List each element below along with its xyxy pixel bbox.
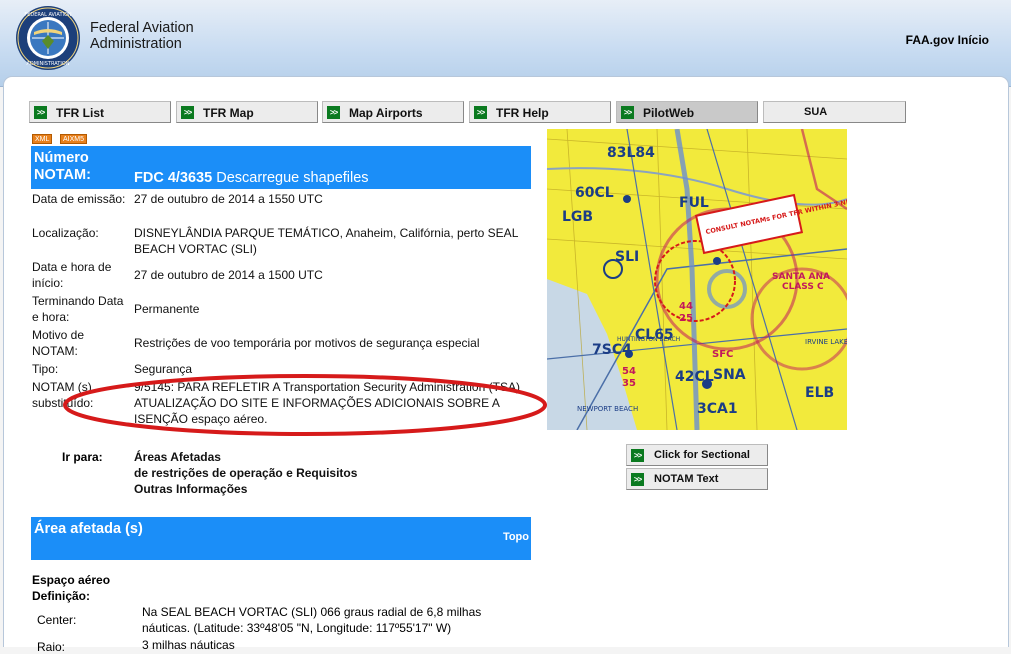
map-label: 60CL bbox=[575, 185, 614, 201]
affected-area-title: Área afetada (s) bbox=[34, 521, 143, 537]
affected-area-header: Área afetada (s) Topo bbox=[31, 517, 531, 560]
goto-label: Ir para: bbox=[62, 450, 103, 464]
notam-header: Número NOTAM: FDC 4/3635 Descarregue sha… bbox=[31, 146, 531, 189]
button-label: NOTAM Text bbox=[654, 473, 719, 485]
detail-label-reason: Motivo de NOTAM: bbox=[32, 328, 85, 358]
highlight-ellipse bbox=[63, 374, 547, 436]
map-label: 54 bbox=[622, 366, 636, 377]
tab-arrow-icon: >> bbox=[34, 106, 47, 119]
svg-text:FEDERAL AVIATION: FEDERAL AVIATION bbox=[24, 12, 72, 18]
tab-label: Map Airports bbox=[349, 106, 423, 120]
radius-value: 3 milhas náuticas bbox=[142, 638, 235, 652]
detail-label-end: Terminando Data e hora: bbox=[32, 294, 124, 324]
detail-value-reason: Restrições de voo temporária por motivos… bbox=[134, 336, 480, 350]
map-label: FUL bbox=[679, 195, 709, 211]
map-label: 83L84 bbox=[607, 145, 655, 161]
map-label: 44 bbox=[679, 301, 693, 312]
map-label: 25 bbox=[679, 313, 693, 324]
tab-tfr-help[interactable]: >> TFR Help bbox=[469, 101, 611, 123]
map-label: SFC bbox=[712, 349, 733, 360]
tab-label: SUA bbox=[804, 106, 828, 118]
tab-label: TFR List bbox=[56, 106, 104, 120]
button-arrow-icon: >> bbox=[631, 449, 644, 462]
airspace-definition-label: Espaço aéreo Definição: bbox=[32, 573, 111, 603]
click-for-sectional-button[interactable]: >> Click for Sectional bbox=[626, 444, 768, 466]
detail-value-issue-date: 27 de outubro de 2014 a 1550 UTC bbox=[134, 192, 323, 206]
faa-seal-logo: FEDERAL AVIATION ADMINISTRATION bbox=[16, 6, 80, 70]
page-header: FEDERAL AVIATION ADMINISTRATION Federal … bbox=[0, 0, 1011, 87]
map-label: SANTA ANA bbox=[772, 272, 830, 282]
aixm-badge[interactable]: AIXM5 bbox=[60, 134, 88, 144]
goto-other-info-link[interactable]: Outras Informações bbox=[134, 481, 247, 497]
map-label: CLASS C bbox=[782, 282, 824, 292]
agency-line-2: Administration bbox=[90, 36, 182, 52]
center-label: Center: bbox=[37, 613, 77, 627]
detail-value-end: Permanente bbox=[134, 302, 200, 316]
xml-badge[interactable]: XML bbox=[32, 134, 53, 144]
download-shapefiles-link[interactable]: Descarregue shapefiles bbox=[216, 170, 368, 186]
button-label: Click for Sectional bbox=[654, 449, 750, 461]
map-label: 3CA1 bbox=[697, 401, 738, 417]
detail-value-start: 27 de outubro de 2014 a 1500 UTC bbox=[134, 268, 323, 282]
top-link[interactable]: Topo bbox=[503, 531, 529, 543]
detail-value-location: DISNEYLÂNDIA PARQUE TEMÁTICO, Anaheim, C… bbox=[134, 226, 518, 256]
center-value: Na SEAL BEACH VORTAC (SLI) 066 graus rad… bbox=[142, 605, 482, 635]
tab-arrow-icon: >> bbox=[327, 106, 340, 119]
agency-name: Federal Aviation Administration bbox=[90, 20, 194, 52]
agency-line-1: Federal Aviation bbox=[90, 20, 194, 36]
map-label: NEWPORT BEACH bbox=[577, 405, 638, 413]
notam-id: FDC 4/3635 bbox=[134, 170, 213, 186]
tab-tfr-map[interactable]: >> TFR Map bbox=[176, 101, 318, 123]
notam-id-line: FDC 4/3635 Descarregue shapefiles bbox=[134, 170, 369, 187]
goto-affected-areas-link[interactable]: Áreas Afetadas bbox=[134, 449, 221, 465]
tab-map-airports[interactable]: >> Map Airports bbox=[322, 101, 464, 123]
tab-arrow-icon: >> bbox=[621, 106, 634, 119]
tab-label: PilotWeb bbox=[643, 106, 695, 120]
tab-sua[interactable]: SUA bbox=[763, 101, 906, 123]
notam-text-button[interactable]: >> NOTAM Text bbox=[626, 468, 768, 490]
map-label: HUNTINGTON BEACH bbox=[617, 336, 680, 343]
detail-label-issue-date: Data de emissão: bbox=[32, 192, 126, 206]
map-label: SNA bbox=[713, 367, 746, 383]
goto-restrictions-link[interactable]: de restrições de operação e Requisitos bbox=[134, 465, 357, 481]
radius-label: Raio: bbox=[37, 640, 66, 654]
main-content: >> TFR List >> TFR Map >> Map Airports >… bbox=[3, 76, 1009, 654]
map-label: LGB bbox=[562, 209, 593, 225]
tab-label: TFR Map bbox=[203, 106, 254, 120]
sectional-map-thumbnail[interactable]: CONSULT NOTAMs FOR TFR WITHIN 3 NM NOTE … bbox=[547, 129, 847, 430]
svg-text:ADMINISTRATION: ADMINISTRATION bbox=[26, 61, 69, 67]
tab-arrow-icon: >> bbox=[474, 106, 487, 119]
map-label: 35 bbox=[622, 378, 636, 389]
notam-number-label: Número NOTAM: bbox=[34, 150, 91, 183]
map-label: IRVINE LAKE bbox=[805, 338, 847, 346]
map-label: ELB bbox=[805, 385, 834, 401]
detail-label-start: Data e hora de início: bbox=[32, 260, 112, 290]
detail-label-location: Localização: bbox=[32, 226, 99, 240]
button-arrow-icon: >> bbox=[631, 473, 644, 486]
tab-tfr-list[interactable]: >> TFR List bbox=[29, 101, 171, 123]
tab-label: TFR Help bbox=[496, 106, 549, 120]
faa-home-link[interactable]: FAA.gov Início bbox=[906, 33, 989, 47]
tab-pilotweb[interactable]: >> PilotWeb bbox=[616, 101, 758, 123]
tab-arrow-icon: >> bbox=[181, 106, 194, 119]
